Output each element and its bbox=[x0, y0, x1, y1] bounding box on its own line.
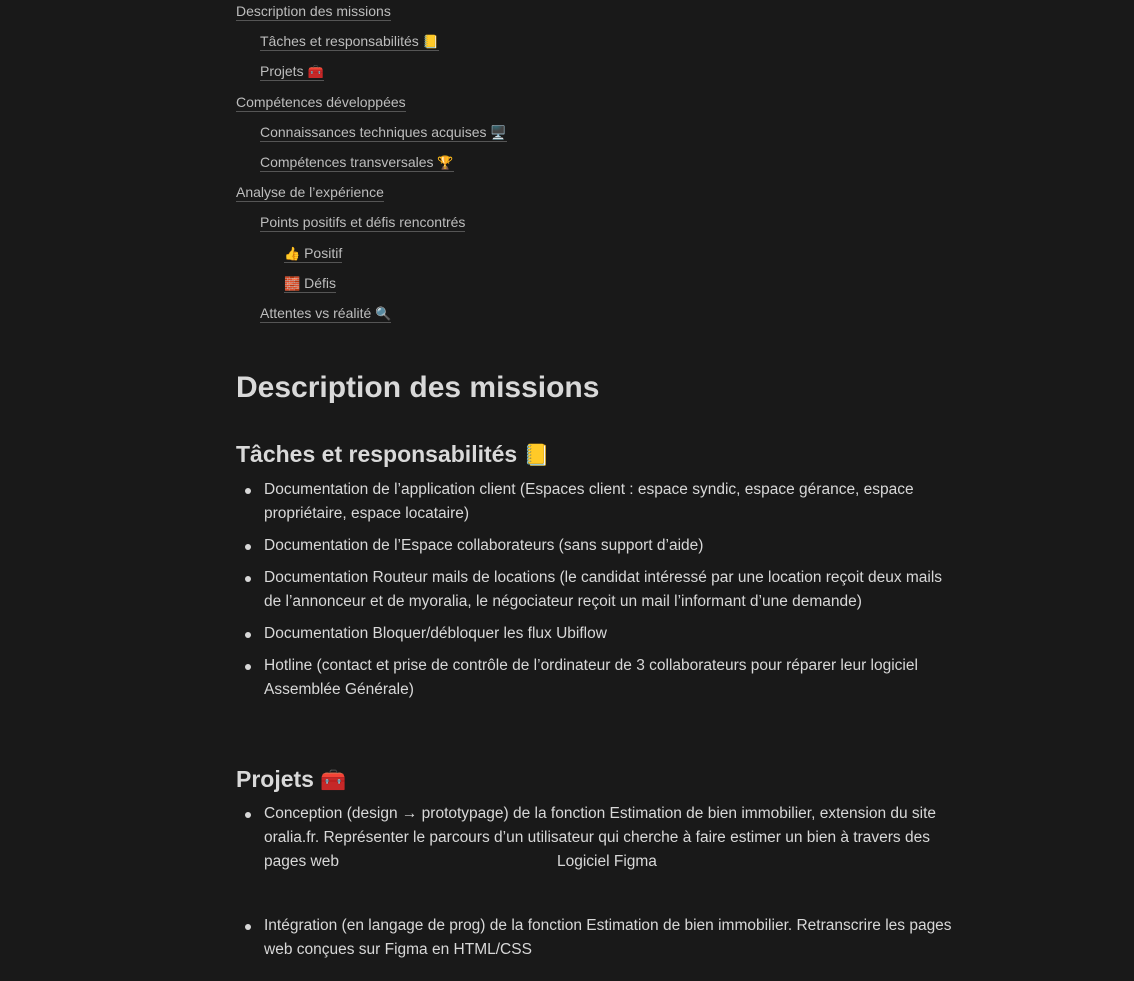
toc-item-connaissances[interactable]: Connaissances techniques acquises 🖥️ bbox=[260, 121, 507, 151]
heading-taches: Tâches et responsabilités 📒 bbox=[236, 441, 550, 467]
toc-link[interactable]: Compétences transversales 🏆 bbox=[260, 154, 454, 172]
toc-item-taches[interactable]: Tâches et responsabilités 📒 bbox=[260, 30, 439, 60]
toc-link[interactable]: Attentes vs réalité 🔍 bbox=[260, 305, 392, 323]
bullet-icon bbox=[245, 924, 251, 930]
list-item: Hotline (contact et prise de contrôle de… bbox=[236, 654, 956, 702]
list-item: Conception (design → prototypage) de la … bbox=[236, 802, 956, 874]
toc-link[interactable]: Analyse de l’expérience bbox=[236, 184, 384, 202]
toc-item-defis[interactable]: 🧱 Défis bbox=[284, 272, 336, 302]
notebook-icon: 📒 bbox=[523, 443, 550, 467]
toc-link[interactable]: 👍 Positif bbox=[284, 245, 343, 263]
toc-link[interactable]: 🧱 Défis bbox=[284, 275, 336, 293]
toc-link[interactable]: Tâches et responsabilités 📒 bbox=[260, 33, 439, 51]
toc-item-projets[interactable]: Projets 🧰 bbox=[260, 60, 324, 90]
toc-item-positif[interactable]: 👍 Positif bbox=[284, 242, 343, 272]
toc-item-competences-transversales[interactable]: Compétences transversales 🏆 bbox=[260, 151, 454, 181]
toc-link[interactable]: Projets 🧰 bbox=[260, 63, 324, 81]
toc-link[interactable]: Description des missions bbox=[236, 3, 391, 21]
toc-item-description-des-missions[interactable]: Description des missions bbox=[236, 0, 391, 30]
list-item: Documentation Routeur mails de locations… bbox=[236, 566, 956, 614]
page-heading-description-des-missions: Description des missions bbox=[236, 371, 600, 404]
list-item: Documentation Bloquer/débloquer les flux… bbox=[236, 622, 956, 646]
tool-label: Logiciel Figma bbox=[556, 853, 657, 870]
toc-item-competences-developpees[interactable]: Compétences développées bbox=[236, 91, 406, 121]
notebook-icon: 📒 bbox=[422, 35, 439, 50]
list-item: Intégration (en langage de prog) de la f… bbox=[236, 914, 956, 962]
taches-list: Documentation de l’application client (E… bbox=[236, 478, 956, 702]
bullet-icon bbox=[245, 544, 251, 550]
projets-list: Conception (design → prototypage) de la … bbox=[236, 802, 956, 962]
bullet-icon bbox=[245, 488, 251, 494]
magnifier-icon: 🔍 bbox=[375, 307, 392, 322]
toc-link[interactable]: Connaissances techniques acquises 🖥️ bbox=[260, 124, 507, 142]
toc-item-attentes[interactable]: Attentes vs réalité 🔍 bbox=[260, 302, 392, 332]
bullet-icon bbox=[245, 632, 251, 638]
list-item: Documentation de l’Espace collaborateurs… bbox=[236, 534, 956, 558]
toolbox-icon: 🧰 bbox=[320, 768, 347, 792]
brick-icon: 🧱 bbox=[284, 277, 301, 292]
toc-item-analyse[interactable]: Analyse de l’expérience bbox=[236, 181, 384, 211]
list-item: Documentation de l’application client (E… bbox=[236, 478, 956, 526]
trophy-icon: 🏆 bbox=[437, 156, 454, 171]
bullet-icon bbox=[245, 664, 251, 670]
bullet-icon bbox=[245, 812, 251, 818]
toolbox-icon: 🧰 bbox=[307, 65, 324, 80]
heading-projets: Projets 🧰 bbox=[236, 766, 347, 792]
bullet-icon bbox=[245, 576, 251, 582]
thumbs-up-icon: 👍 bbox=[284, 247, 301, 262]
toc-item-points-positifs[interactable]: Points positifs et défis rencontrés bbox=[260, 211, 466, 241]
computer-icon: 🖥️ bbox=[490, 126, 507, 141]
toc-link[interactable]: Points positifs et défis rencontrés bbox=[260, 214, 466, 232]
toc-link[interactable]: Compétences développées bbox=[236, 94, 406, 112]
